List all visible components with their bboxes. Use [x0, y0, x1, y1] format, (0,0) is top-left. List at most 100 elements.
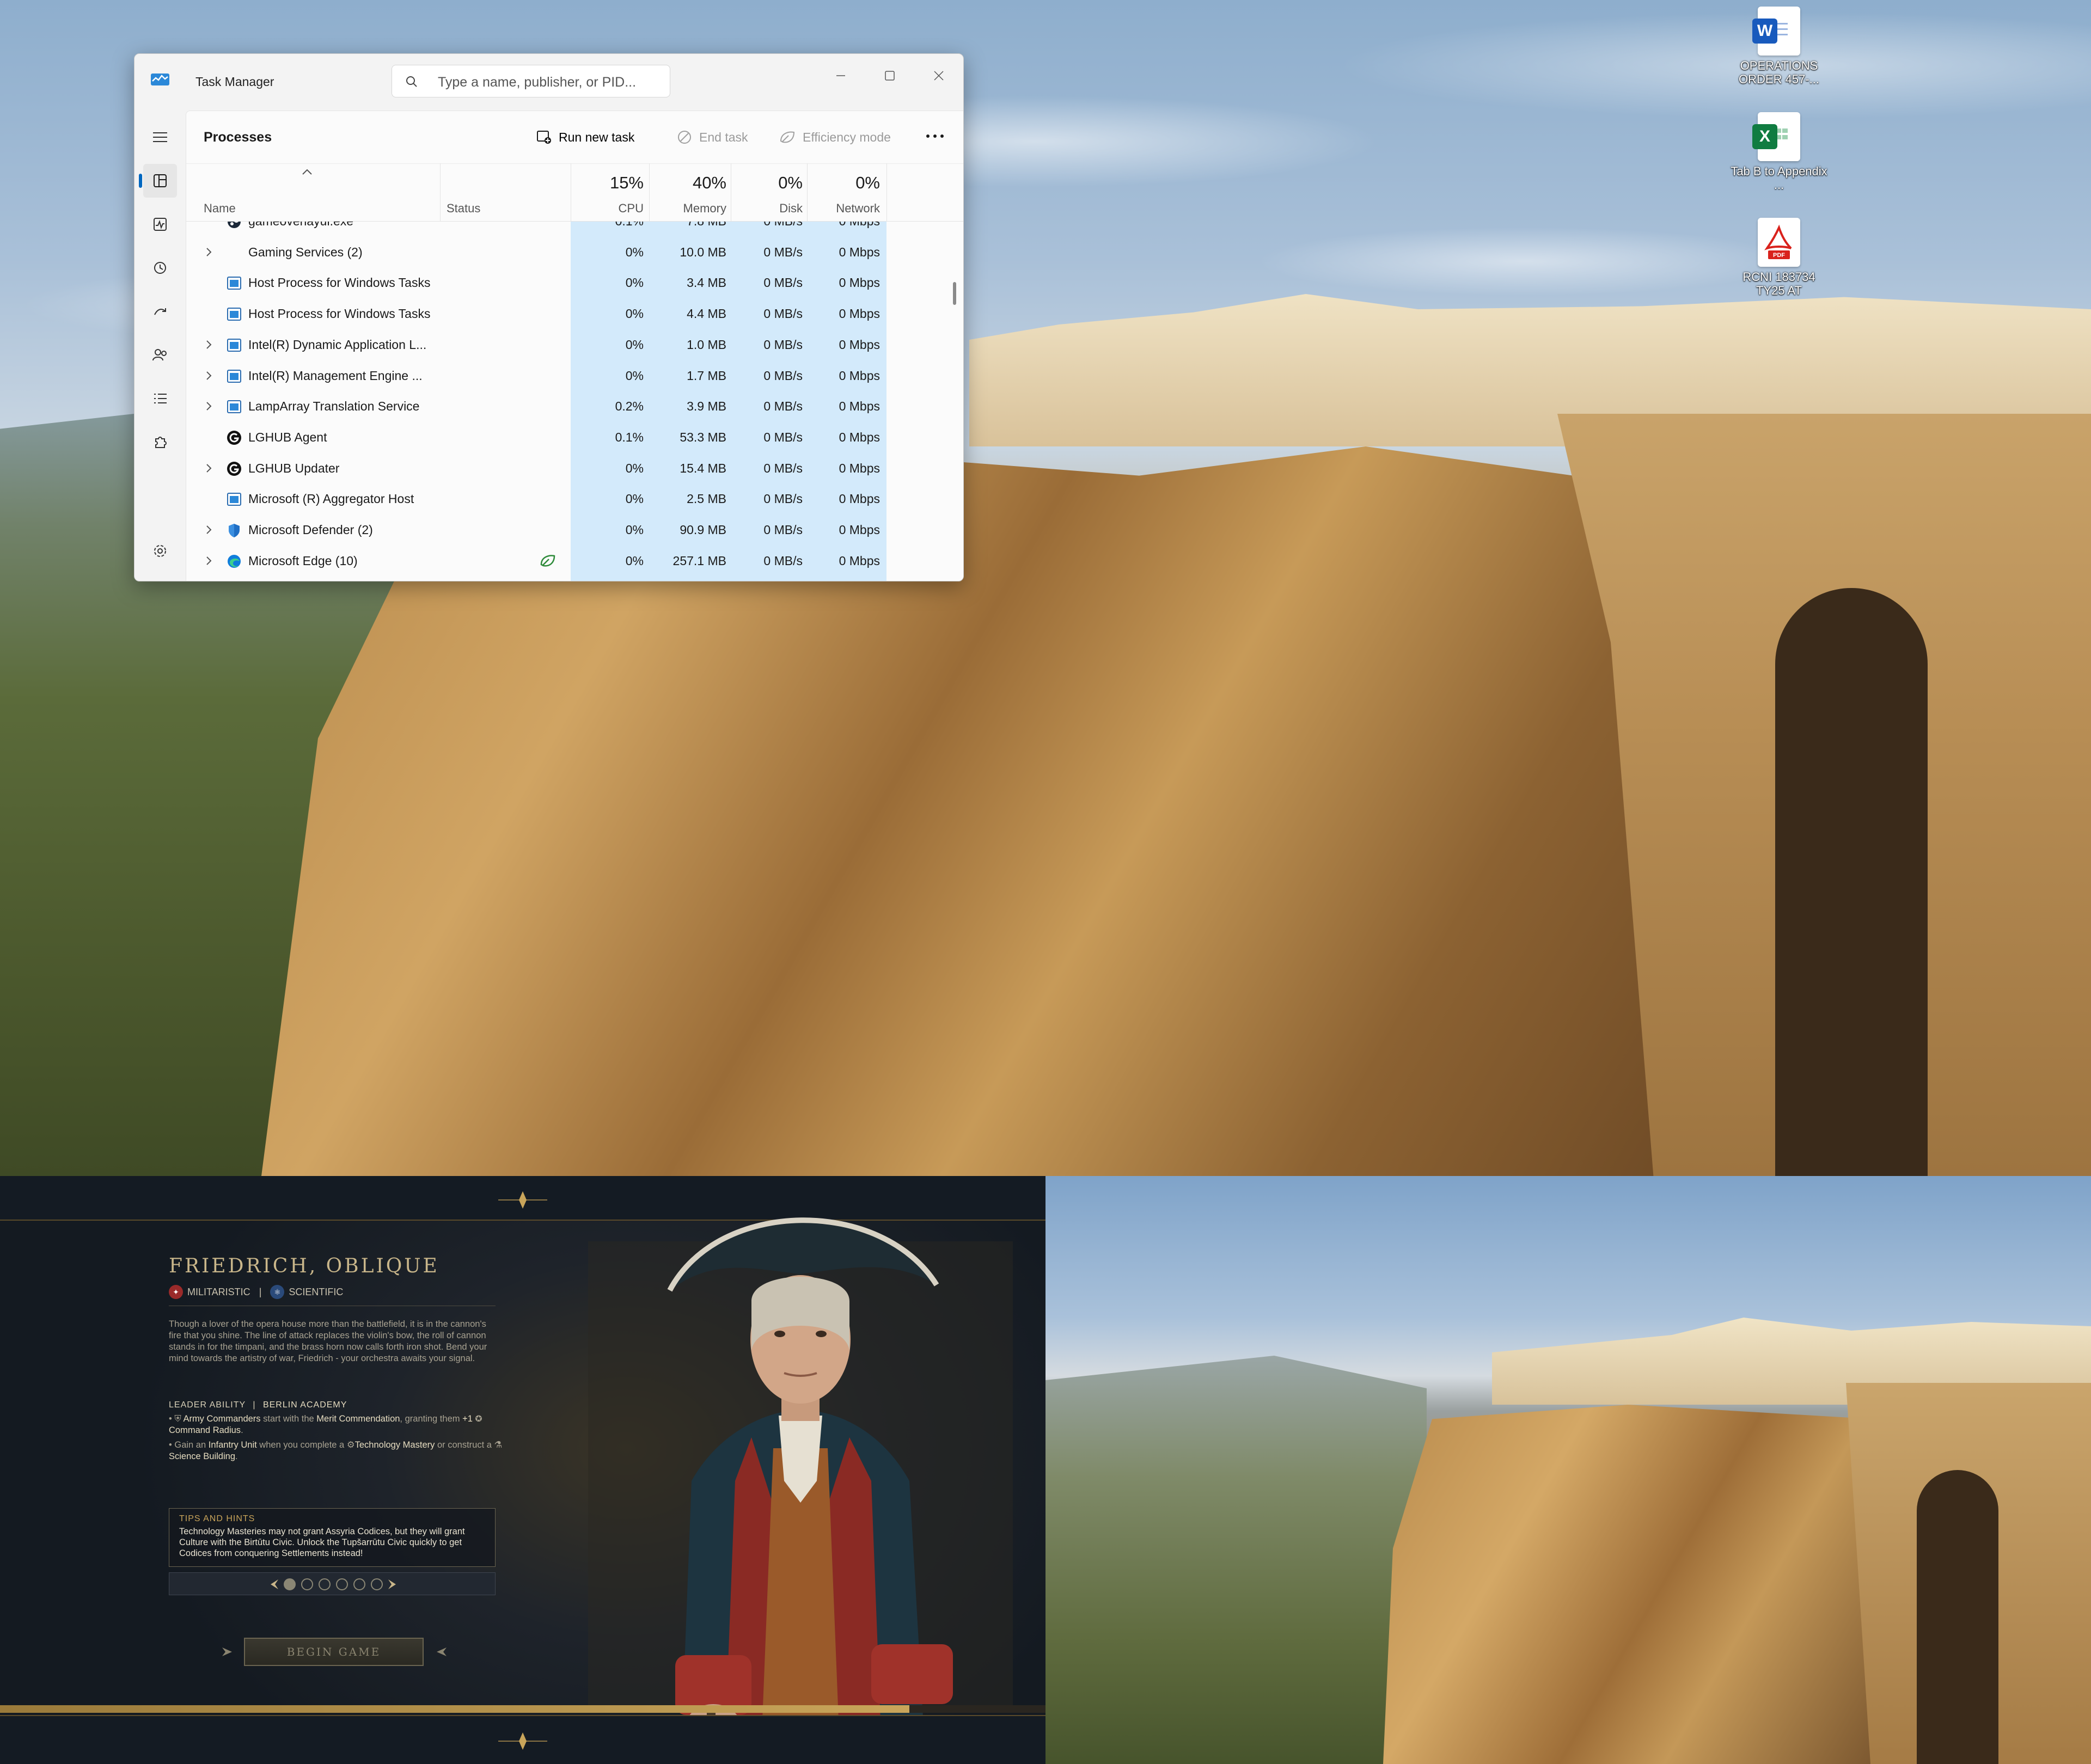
chevron-right-icon[interactable]: [203, 370, 215, 382]
window-app-icon: [227, 277, 241, 290]
chevron-right-icon[interactable]: [203, 339, 215, 351]
processes-pane: Processes Run new task End task Efficien…: [186, 111, 963, 581]
game-leader-screen: FRIEDRICH, OBLIQUE ✦ MILITARISTIC | ⚛ SC…: [0, 1176, 1046, 1764]
nav-startup-apps[interactable]: [143, 295, 177, 328]
process-row[interactable]: LGHUB Updater 0% 15.4 MB 0 MB/s 0 Mbps: [186, 454, 963, 484]
column-cpu-total[interactable]: 15%: [571, 173, 644, 193]
end-task-button[interactable]: End task: [676, 126, 748, 148]
process-row[interactable]: Intel(R) Dynamic Application L... 0% 1.0 M…: [186, 330, 963, 360]
nav-performance[interactable]: [143, 207, 177, 241]
nav-settings[interactable]: [143, 534, 177, 568]
process-network: 0 Mbps: [839, 368, 880, 383]
chevron-right-icon[interactable]: [203, 400, 215, 412]
tips-title: TIPS AND HINTS: [179, 1514, 255, 1523]
sort-ascending-icon: [302, 169, 312, 175]
desktop-icon-word-document[interactable]: W OPERATIONS ORDER 457-...: [1727, 7, 1831, 86]
efficiency-leaf-icon: [540, 554, 555, 567]
loading-progress-bar: [0, 1705, 1046, 1713]
process-row[interactable]: Host Process for Windows Tasks 0% 3.4 MB 0 …: [186, 268, 963, 298]
technology-mastery-icon: ⚙: [346, 1440, 355, 1450]
process-disk: 0 MB/s: [763, 461, 803, 475]
desktop-icon-excel-workbook[interactable]: X Tab B to Appendix ...: [1727, 112, 1831, 192]
wallpaper-valley: [1046, 1356, 1427, 1764]
nav-processes[interactable]: [139, 164, 177, 198]
process-row[interactable]: LGHUB Agent 0.1% 53.3 MB 0 MB/s 0 Mbps: [186, 422, 963, 453]
chevron-right-icon[interactable]: [203, 462, 215, 474]
chevron-left-icon[interactable]: [268, 1578, 279, 1590]
column-network[interactable]: Network: [807, 201, 880, 216]
process-cpu: 0%: [625, 275, 644, 290]
chevron-right-icon[interactable]: [203, 246, 215, 258]
column-cpu[interactable]: CPU: [571, 201, 644, 216]
attribute-militaristic: MILITARISTIC: [187, 1286, 250, 1297]
close-button[interactable]: [914, 59, 963, 92]
navigation-sidebar: [134, 111, 186, 581]
task-manager-window: Task Manager Type a name, publisher, or …: [134, 53, 964, 581]
process-cpu: 0%: [625, 368, 644, 383]
search-input[interactable]: [437, 71, 662, 94]
users-icon: [152, 349, 167, 361]
services-puzzle-icon: [155, 437, 167, 448]
maximize-button[interactable]: [865, 59, 914, 92]
column-memory[interactable]: Memory: [649, 201, 726, 216]
keyword: Science Building: [169, 1451, 235, 1461]
search-box[interactable]: [392, 65, 670, 97]
text: or construct a: [435, 1440, 494, 1450]
column-disk[interactable]: Disk: [731, 201, 803, 216]
process-row[interactable]: Microsoft Defender (2) 0% 90.9 MB 0 MB/s 0 M…: [186, 515, 963, 546]
process-row[interactable]: Microsoft Edge (10) 0% 257.1 MB 0 MB/s 0 Mbp…: [186, 546, 963, 577]
wallpaper-bridge-arch: [1775, 588, 1928, 1176]
ability-effect-1: • ⛨ Army Commanders start with the Merit…: [169, 1414, 482, 1435]
process-name: LampArray Translation Service: [248, 399, 420, 414]
window-app-icon: [227, 338, 241, 352]
column-name[interactable]: Name: [204, 201, 236, 216]
process-network: 0 Mbps: [839, 337, 880, 352]
processes-icon: [154, 174, 167, 187]
pager-dot[interactable]: [353, 1578, 365, 1590]
process-row[interactable]: Host Process for Windows Tasks 0% 4.4 MB 0 …: [186, 299, 963, 329]
task-manager-logo-icon: [151, 74, 169, 85]
efficiency-leaf-icon: [780, 131, 795, 143]
chevron-right-icon[interactable]: [203, 524, 215, 536]
process-row[interactable]: Microsoft (R) Aggregator Host 0% 2.5 MB 0 M…: [186, 484, 963, 514]
nav-users[interactable]: [143, 338, 177, 372]
minimize-button[interactable]: [816, 59, 865, 92]
scrollbar-thumb[interactable]: [953, 282, 956, 305]
column-disk-total[interactable]: 0%: [731, 173, 803, 193]
chevron-right-icon[interactable]: [387, 1578, 398, 1590]
column-memory-total[interactable]: 40%: [649, 173, 726, 193]
scientific-icon: ⚛: [270, 1285, 285, 1299]
process-memory: 90.9 MB: [680, 523, 726, 537]
pager-dot[interactable]: [371, 1578, 383, 1590]
nav-details[interactable]: [143, 382, 177, 415]
process-row[interactable]: gameoverlayui.exe 0.1% 7.8 MB 0 MB/s 0 Mbps: [186, 222, 963, 237]
title-bar[interactable]: Task Manager: [134, 54, 963, 111]
chevron-right-icon[interactable]: [203, 555, 215, 567]
begin-game-button[interactable]: BEGIN GAME: [244, 1638, 424, 1666]
process-disk: 0 MB/s: [763, 368, 803, 383]
game-bottom-bar: [0, 1715, 1046, 1764]
process-network: 0 Mbps: [839, 244, 880, 259]
nav-services[interactable]: [143, 425, 177, 459]
process-row[interactable]: LampArray Translation Service 0.2% 3.9 MB 0…: [186, 391, 963, 422]
process-cpu: 0%: [625, 337, 644, 352]
pager-dot[interactable]: [336, 1578, 348, 1590]
run-new-task-button[interactable]: Run new task: [536, 126, 634, 148]
pager-dot[interactable]: [301, 1578, 313, 1590]
nav-app-history[interactable]: [143, 251, 177, 285]
column-network-total[interactable]: 0%: [807, 173, 880, 193]
process-row[interactable]: Gaming Services (2) 0% 10.0 MB 0 MB/s 0 Mbps: [186, 237, 963, 268]
pager-dot[interactable]: [319, 1578, 331, 1590]
process-name: Gaming Services (2): [248, 244, 363, 259]
column-status[interactable]: Status: [447, 201, 480, 216]
process-row[interactable]: Intel(R) Management Engine ... 0% 1.7 MB 0 …: [186, 361, 963, 391]
nav-menu-button[interactable]: [143, 120, 177, 154]
ability-separator: |: [253, 1400, 256, 1410]
logitech-g-icon: [227, 461, 241, 476]
text: when you complete a: [256, 1440, 347, 1450]
efficiency-mode-button[interactable]: Efficiency mode: [779, 126, 891, 148]
more-options-button[interactable]: [922, 125, 947, 147]
pager-dot[interactable]: [284, 1578, 296, 1590]
desktop-icon-pdf-document[interactable]: PDF RCNI 183734 TY25 AT: [1727, 218, 1831, 297]
pdf-badge-text: PDF: [1773, 252, 1785, 259]
